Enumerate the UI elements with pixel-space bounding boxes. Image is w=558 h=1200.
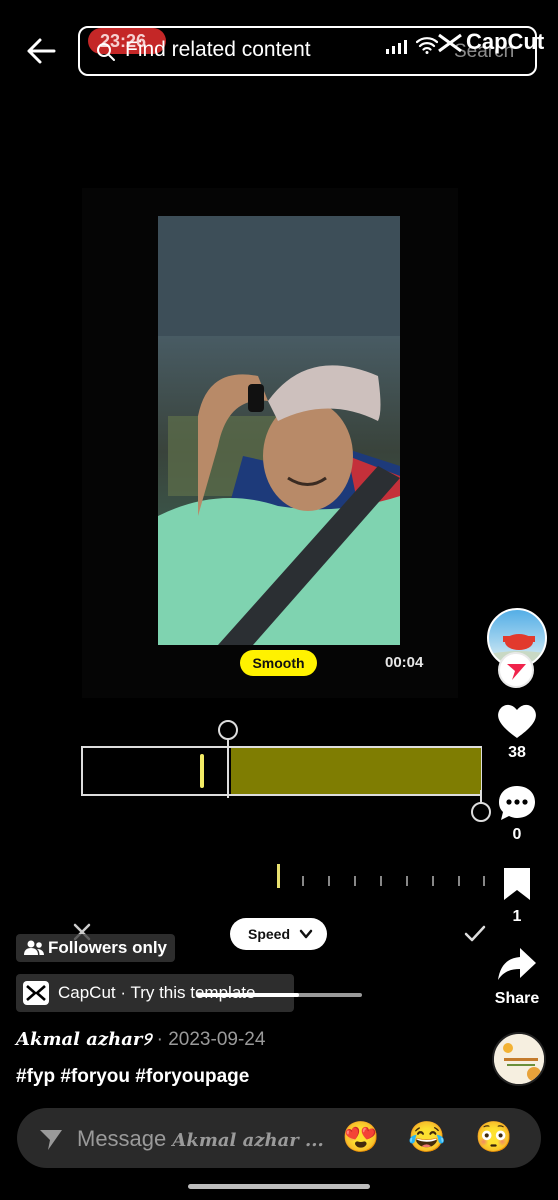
capcut-logo-icon bbox=[23, 981, 49, 1005]
speed-button[interactable]: Speed bbox=[230, 918, 327, 950]
date-separator: · bbox=[151, 1029, 169, 1050]
chevron-down-icon bbox=[299, 929, 313, 939]
send-arrow-icon bbox=[507, 664, 526, 680]
back-arrow-icon[interactable] bbox=[24, 34, 58, 68]
cell-signal-icon bbox=[386, 40, 407, 54]
smooth-mode-badge[interactable]: Smooth bbox=[240, 650, 317, 676]
author-row: Akmal azhar୨ · 2023-09-24 bbox=[16, 1028, 265, 1051]
visibility-label: Followers only bbox=[48, 938, 168, 957]
trim-handle-bottom[interactable] bbox=[471, 802, 491, 822]
followers-icon bbox=[24, 940, 44, 955]
check-icon[interactable] bbox=[464, 924, 486, 944]
music-disc[interactable] bbox=[492, 1032, 546, 1086]
comment-icon[interactable] bbox=[497, 784, 537, 824]
music-cover-image bbox=[494, 1034, 544, 1084]
share-icon[interactable] bbox=[496, 946, 538, 982]
trim-handle-line bbox=[227, 734, 229, 798]
search-input[interactable]: Find related content bbox=[125, 38, 311, 62]
bookmark-icon[interactable] bbox=[502, 866, 532, 902]
search-icon bbox=[97, 43, 115, 61]
video-preview[interactable] bbox=[158, 216, 400, 645]
playback-progress[interactable] bbox=[196, 993, 362, 997]
author-badge: ୨ bbox=[142, 1029, 152, 1050]
author-name[interactable]: Akmal azhar bbox=[16, 1029, 142, 1050]
hashtags[interactable]: #fyp #foryou #foryoupage bbox=[16, 1066, 249, 1088]
speed-curve-track[interactable] bbox=[81, 746, 482, 796]
trim-handle-top[interactable] bbox=[218, 720, 238, 740]
message-placeholder: Message bbox=[77, 1126, 173, 1151]
visibility-badge: Followers only bbox=[16, 934, 176, 962]
send-icon bbox=[40, 1130, 62, 1150]
like-count: 38 bbox=[508, 744, 526, 761]
save-count: 1 bbox=[512, 908, 522, 925]
emoji-heart-eyes[interactable]: 😍 bbox=[342, 1120, 379, 1156]
playhead-marker[interactable] bbox=[200, 754, 204, 788]
wifi-icon bbox=[416, 37, 438, 54]
heart-icon[interactable] bbox=[496, 702, 538, 740]
playback-progress-fill bbox=[196, 993, 299, 997]
follow-button[interactable] bbox=[498, 652, 534, 688]
speed-button-label: Speed bbox=[248, 926, 291, 942]
comment-count: 0 bbox=[512, 826, 522, 843]
video-person-illustration bbox=[158, 216, 400, 645]
home-indicator[interactable] bbox=[188, 1184, 370, 1189]
message-input[interactable]: Message Akmal azhar ... bbox=[77, 1126, 324, 1152]
video-duration: 00:04 bbox=[385, 654, 424, 671]
message-recipient: Akmal azhar ... bbox=[172, 1130, 324, 1151]
post-date: 2023-09-24 bbox=[168, 1029, 266, 1050]
share-label[interactable]: Share bbox=[487, 990, 547, 1008]
capcut-watermark: CapCut bbox=[466, 29, 545, 54]
emoji-flushed[interactable]: 😳 bbox=[475, 1120, 512, 1156]
speed-ruler[interactable] bbox=[276, 862, 486, 892]
emoji-tears-of-joy[interactable]: 😂 bbox=[408, 1120, 445, 1156]
speed-curve-fill bbox=[231, 748, 482, 794]
